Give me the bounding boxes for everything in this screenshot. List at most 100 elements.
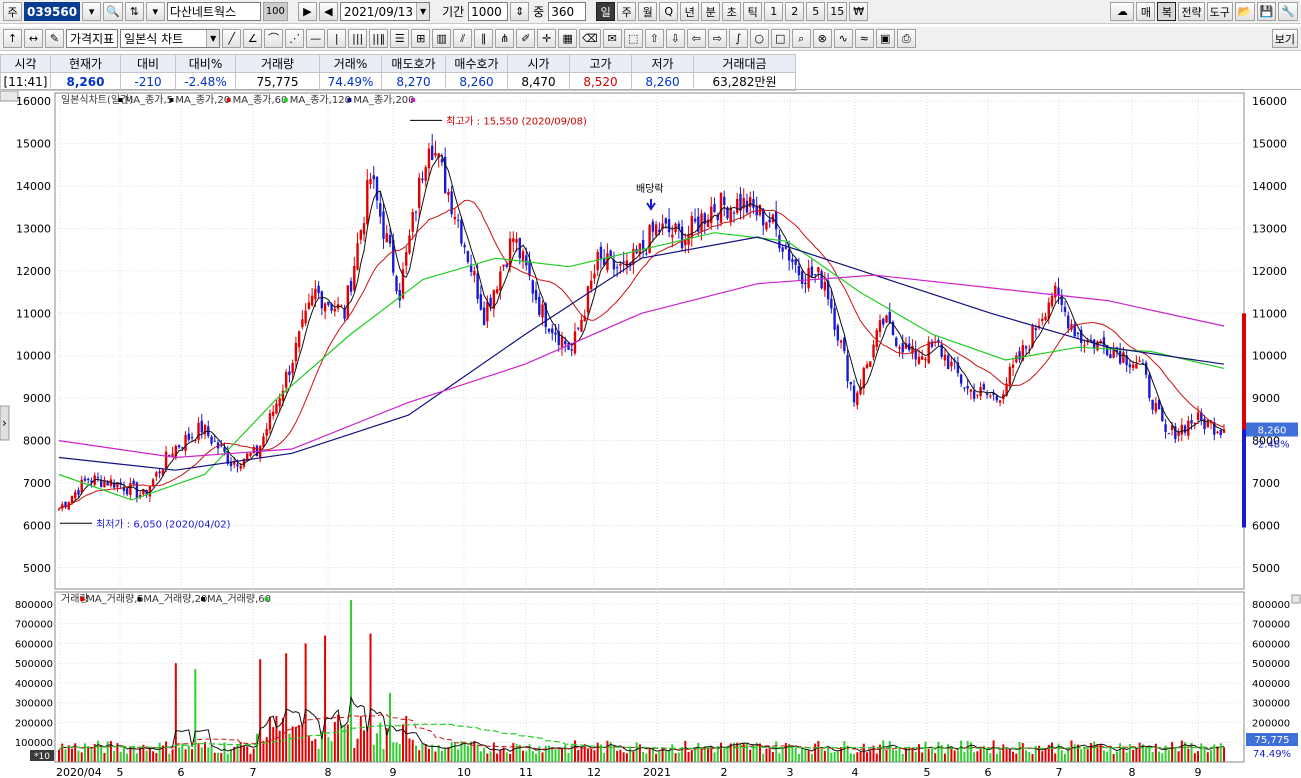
crosshair-tool[interactable]: ✛	[537, 29, 557, 48]
pen-tool[interactable]: ✐	[516, 29, 536, 48]
date-picker[interactable]: 2021/09/13 ▼	[339, 2, 431, 21]
square-icon: □	[775, 32, 786, 45]
single-button[interactable]: 매	[1136, 2, 1156, 21]
volume-bar	[1070, 740, 1073, 762]
strategy-button[interactable]: 전략	[1178, 2, 1205, 21]
volume-bar	[732, 742, 735, 762]
circle-tool[interactable]: ○	[749, 29, 769, 48]
tools-button[interactable]: 도구	[1206, 2, 1233, 21]
volume-bar	[1002, 744, 1005, 762]
period-spin-button[interactable]: ⇕	[510, 2, 530, 21]
volume-bar	[431, 744, 434, 762]
volume-bar	[171, 749, 174, 762]
color-tool[interactable]: ▦	[558, 29, 578, 48]
vline-tool[interactable]: |	[327, 29, 347, 48]
settings-button[interactable]: 🔧	[1278, 2, 1298, 21]
volume-bar	[551, 748, 554, 762]
candle-body	[515, 239, 518, 243]
stock-name-field[interactable]: 다산네트웍스	[166, 2, 261, 21]
grid-tool[interactable]: ▣	[875, 29, 895, 48]
pattern-tool[interactable]: ∿	[833, 29, 853, 48]
arc-tool[interactable]: ⌒	[264, 29, 284, 48]
arrow-left-tool[interactable]: ⇦	[686, 29, 706, 48]
volume-bar	[1028, 752, 1031, 762]
count-input[interactable]: 360	[548, 2, 587, 21]
next-button[interactable]: ▶	[297, 2, 317, 21]
channel-tool[interactable]: ⫽	[453, 29, 473, 48]
angle-tool[interactable]: ∠	[243, 29, 263, 48]
cloud-button[interactable]: ☁	[1110, 2, 1135, 21]
candle-body	[427, 148, 431, 169]
code-dropdown-button[interactable]: ▾	[82, 2, 102, 21]
candle-body	[177, 445, 181, 448]
list-dropdown-button[interactable]: ▾	[145, 2, 165, 21]
pattern2-tool[interactable]: ≈	[854, 29, 874, 48]
period-month-button[interactable]: 월	[638, 2, 658, 21]
fibo-time-tool[interactable]: ||‖	[369, 29, 389, 48]
sort-icon: ⇅	[129, 5, 139, 18]
period-quarter-button[interactable]: Q	[659, 2, 679, 21]
time-tick-label: 7	[1056, 766, 1063, 778]
volume-bar	[979, 748, 982, 762]
resize-button[interactable]: ↔	[24, 29, 43, 48]
fan-tool[interactable]: ⋰	[285, 29, 305, 48]
gann-tool[interactable]: ⊞	[411, 29, 431, 48]
volume-bar	[771, 752, 774, 762]
chart-area[interactable]: › 5000 5000 6000 6000 7000 7000 8000 8000 9000 900…	[0, 91, 1301, 778]
volume-bar	[580, 746, 583, 762]
volume-bar	[100, 747, 103, 762]
arrow-down-tool[interactable]: ⇩	[665, 29, 685, 48]
interval-5-button[interactable]: 5	[806, 2, 826, 21]
volume-bar	[1083, 746, 1086, 762]
chart-canvas[interactable]: ›5000 50006000 60007000 70008000 80009000 900…	[0, 91, 1301, 778]
search-button[interactable]: 🔍	[103, 2, 123, 21]
save-button[interactable]: 💾	[1256, 2, 1277, 21]
view-button[interactable]: 보기	[1271, 29, 1298, 48]
prev-button[interactable]: ◀	[318, 2, 338, 21]
market-type-button[interactable]: 주	[3, 2, 22, 21]
candle-body	[625, 260, 629, 267]
chevron-down-icon: ▼	[206, 30, 220, 47]
trendline-tool[interactable]: ╱	[222, 29, 242, 48]
andrews-tool[interactable]: ⋔	[495, 29, 515, 48]
multi-button[interactable]: 복	[1157, 2, 1177, 21]
interval-2-button[interactable]: 2	[785, 2, 805, 21]
period-tick-button[interactable]: 틱	[743, 2, 763, 21]
chart-type-select[interactable]: 일본식 차트 ▼	[120, 29, 221, 48]
period-minute-button[interactable]: 분	[701, 2, 721, 21]
zoom-reset-tool[interactable]: ⊗	[812, 29, 832, 48]
up-button[interactable]: ↑	[3, 29, 22, 48]
volume-bar	[882, 740, 885, 762]
period-year-button[interactable]: 년	[680, 2, 700, 21]
period-input[interactable]: 1000	[468, 2, 509, 21]
candle-body	[538, 296, 541, 315]
parallel-tool[interactable]: ∥	[474, 29, 494, 48]
period-week-button[interactable]: 주	[617, 2, 637, 21]
volume-bar	[586, 748, 589, 762]
fibo-tool[interactable]: ☰	[390, 29, 410, 48]
edit-button[interactable]: ✎	[45, 29, 64, 48]
arrow-tool[interactable]: ⬚	[623, 29, 643, 48]
rect-tool[interactable]: □	[770, 29, 790, 48]
currency-button[interactable]: ₩	[849, 2, 869, 21]
cycle-tool[interactable]: |||	[348, 29, 368, 48]
count-label: 중	[533, 5, 545, 19]
candle-body	[168, 454, 171, 456]
open-button[interactable]: 📂	[1234, 2, 1255, 21]
interval-15-button[interactable]: 15	[827, 2, 848, 21]
period-day-button[interactable]: 일	[596, 2, 616, 21]
zoom-tool[interactable]: ⌕	[791, 29, 811, 48]
eraser-tool[interactable]: ⌫	[579, 29, 601, 48]
interval-1-button[interactable]: 1	[764, 2, 784, 21]
arrow-right-tool[interactable]: ⇨	[707, 29, 727, 48]
hline-tool[interactable]: —	[306, 29, 326, 48]
arrow-up-tool[interactable]: ⇧	[644, 29, 664, 48]
indicator-select[interactable]: 가격지표	[66, 29, 119, 48]
box-tool[interactable]: ▥	[432, 29, 452, 48]
note-tool[interactable]: ✉	[602, 29, 622, 48]
print-button[interactable]: ⎙	[896, 29, 916, 48]
stock-code-input[interactable]: 039560	[24, 2, 81, 21]
text-tool[interactable]: ∫	[728, 29, 748, 48]
sort-button[interactable]: ⇅	[124, 2, 144, 21]
period-second-button[interactable]: 초	[722, 2, 742, 21]
